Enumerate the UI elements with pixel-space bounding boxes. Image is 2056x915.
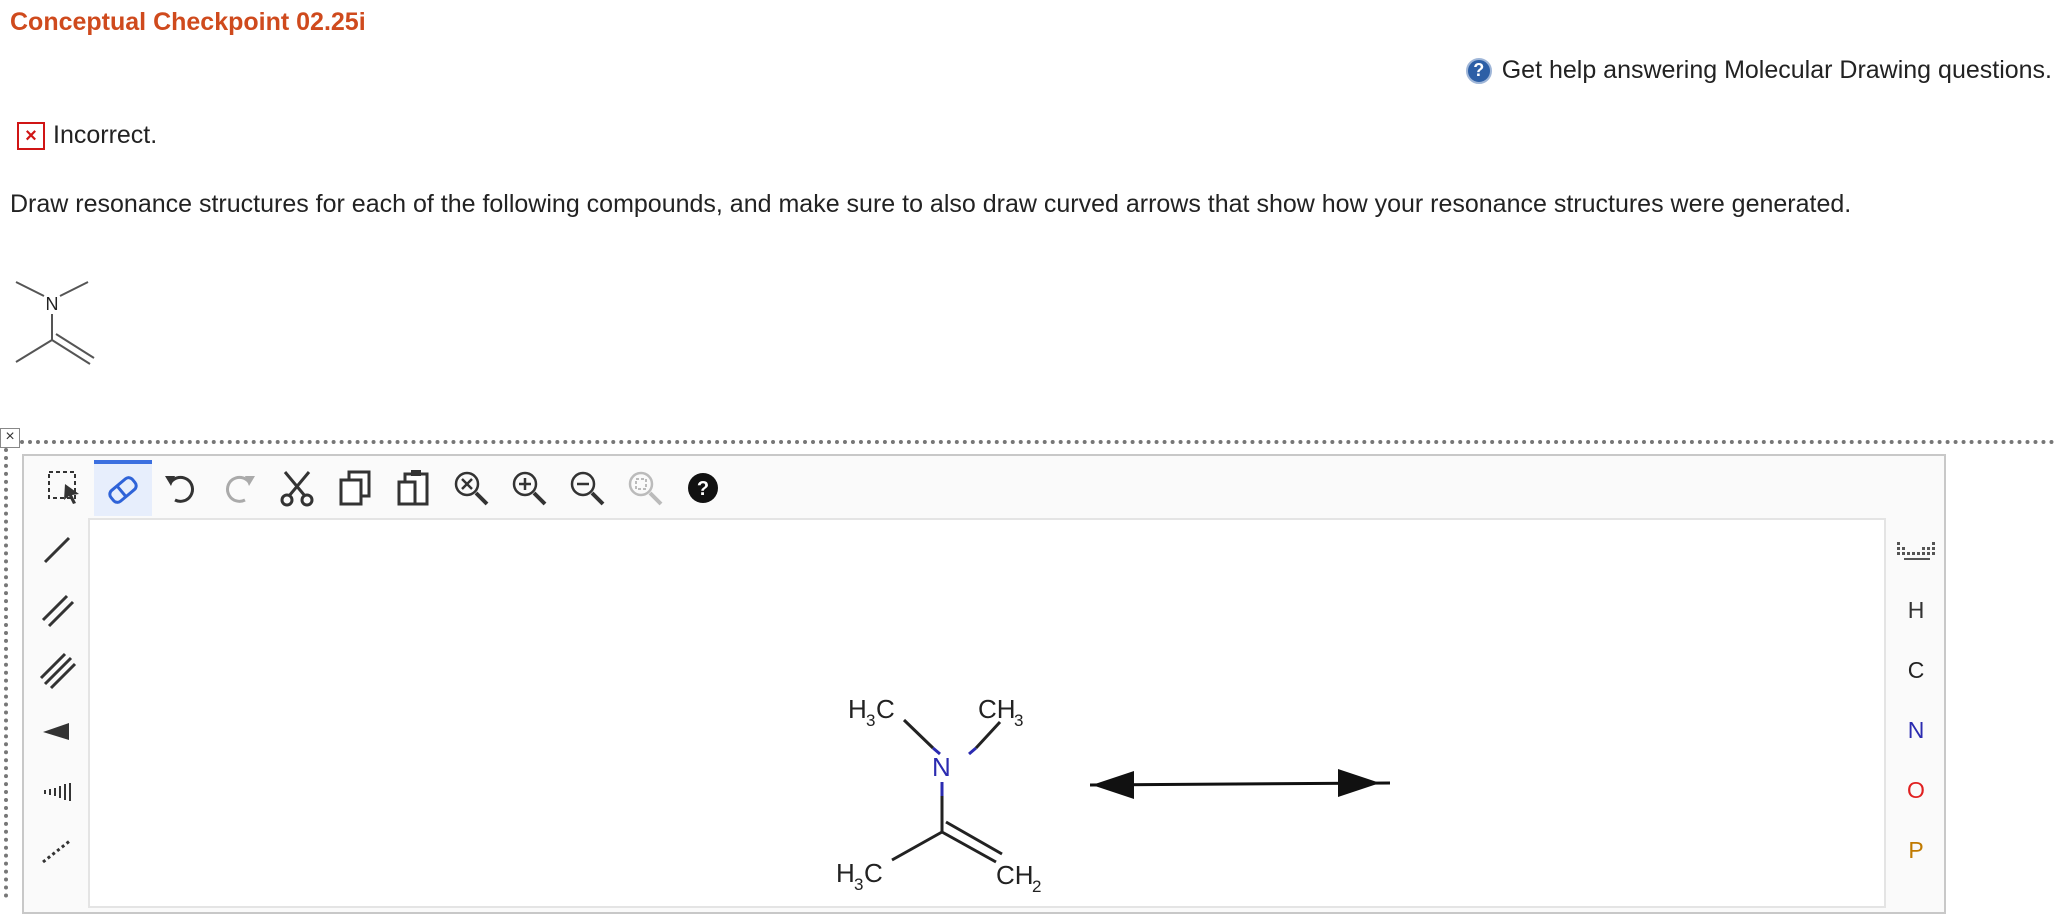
editor-help-glyph: ? bbox=[697, 478, 709, 500]
editor-close-button[interactable]: × bbox=[0, 428, 20, 448]
help-icon: ? bbox=[688, 473, 718, 503]
single-bond-button[interactable] bbox=[26, 520, 88, 580]
molecule-thumbnail: N bbox=[15, 281, 95, 365]
atom-h3c-bottom-h: H bbox=[836, 858, 855, 888]
redo-button[interactable] bbox=[210, 460, 268, 516]
zoom-in-icon bbox=[512, 471, 547, 506]
triple-bond-icon bbox=[39, 652, 77, 690]
element-h-label: H bbox=[1907, 596, 1925, 623]
element-o-button[interactable]: O bbox=[1888, 760, 1944, 820]
single-bond-icon bbox=[43, 536, 71, 564]
wedge-bond-icon bbox=[43, 723, 69, 740]
select-icon bbox=[48, 471, 79, 504]
atom-h3c-top-sub: 3 bbox=[866, 711, 875, 730]
element-h-button[interactable]: H bbox=[1888, 580, 1944, 640]
element-toolbar: H C N O P bbox=[1888, 520, 1944, 880]
hash-bond-button[interactable] bbox=[26, 760, 88, 820]
eraser-icon bbox=[108, 476, 138, 504]
copy-button[interactable] bbox=[326, 460, 384, 516]
atom-h3c-bottom-c: C bbox=[864, 858, 883, 888]
zoom-out-button[interactable] bbox=[558, 460, 616, 516]
zoom-out-icon bbox=[570, 471, 605, 506]
thumbnail-n-label: N bbox=[46, 294, 59, 314]
undo-icon bbox=[165, 475, 194, 503]
redo-icon bbox=[226, 475, 255, 503]
element-n-button[interactable]: N bbox=[1888, 700, 1944, 760]
resonance-arrow[interactable] bbox=[1089, 769, 1391, 799]
drawing-canvas[interactable]: H 3 C CH 3 N H 3 C CH 2 bbox=[88, 518, 1886, 908]
atom-ch2-c: CH bbox=[996, 860, 1034, 890]
element-p-label: P bbox=[1908, 836, 1924, 863]
paste-icon bbox=[397, 470, 429, 506]
copy-icon bbox=[339, 470, 371, 506]
status-text: Incorrect. bbox=[53, 121, 158, 149]
zoom-in-button[interactable] bbox=[500, 460, 558, 516]
status-message: × Incorrect. bbox=[17, 121, 157, 150]
editor-dotted-border-left bbox=[4, 448, 8, 898]
atom-ch3-c: CH bbox=[978, 694, 1016, 724]
zoom-reset-button[interactable] bbox=[442, 460, 500, 516]
atom-h3c-top-c: C bbox=[876, 694, 895, 724]
periodic-table-button[interactable] bbox=[1888, 520, 1944, 580]
zoom-reset-icon bbox=[454, 471, 489, 506]
double-bond-icon bbox=[41, 594, 75, 628]
double-bond-button[interactable] bbox=[26, 580, 88, 640]
triple-bond-button[interactable] bbox=[26, 640, 88, 700]
editor-help-button[interactable]: ? bbox=[674, 460, 732, 516]
atom-ch2-sub: 2 bbox=[1032, 877, 1041, 896]
periodic-table-icon bbox=[1897, 542, 1935, 560]
paste-button[interactable] bbox=[384, 460, 442, 516]
element-n-label: N bbox=[1907, 716, 1925, 743]
scissors-icon bbox=[280, 471, 314, 507]
dashed-bond-button[interactable] bbox=[26, 820, 88, 880]
undo-button[interactable] bbox=[152, 460, 210, 516]
eraser-tool-button[interactable] bbox=[94, 460, 152, 516]
help-circle-icon: ? bbox=[1465, 57, 1492, 84]
element-o-label: O bbox=[1907, 776, 1925, 803]
editor-toolbar: ? bbox=[36, 460, 732, 520]
help-link[interactable]: ? Get help answering Molecular Drawing q… bbox=[1465, 56, 2052, 85]
element-c-label: C bbox=[1907, 656, 1925, 683]
wedge-bond-button[interactable] bbox=[26, 700, 88, 760]
atom-h3c-top-h: H bbox=[848, 694, 867, 724]
question-text: Draw resonance structures for each of th… bbox=[10, 190, 1852, 218]
hash-bond-icon bbox=[44, 783, 71, 801]
element-p-button[interactable]: P bbox=[1888, 820, 1944, 880]
element-c-button[interactable]: C bbox=[1888, 640, 1944, 700]
molecule-drawing: H 3 C CH 3 N H 3 C CH 2 bbox=[836, 694, 1391, 896]
atom-ch3-sub: 3 bbox=[1014, 711, 1023, 730]
incorrect-icon: × bbox=[17, 121, 45, 150]
zoom-fit-icon bbox=[628, 471, 663, 506]
page-title: Conceptual Checkpoint 02.25i bbox=[10, 8, 366, 36]
dashed-bond-icon bbox=[42, 838, 72, 864]
select-tool-button[interactable] bbox=[36, 460, 94, 516]
bond-toolbar bbox=[26, 520, 88, 880]
cut-button[interactable] bbox=[268, 460, 326, 516]
atom-h3c-bottom-sub: 3 bbox=[854, 875, 863, 894]
help-link-text[interactable]: Get help answering Molecular Drawing que… bbox=[1502, 56, 2052, 85]
editor-dotted-border-top bbox=[20, 440, 2056, 444]
atom-n: N bbox=[932, 752, 951, 782]
zoom-fit-button[interactable] bbox=[616, 460, 674, 516]
